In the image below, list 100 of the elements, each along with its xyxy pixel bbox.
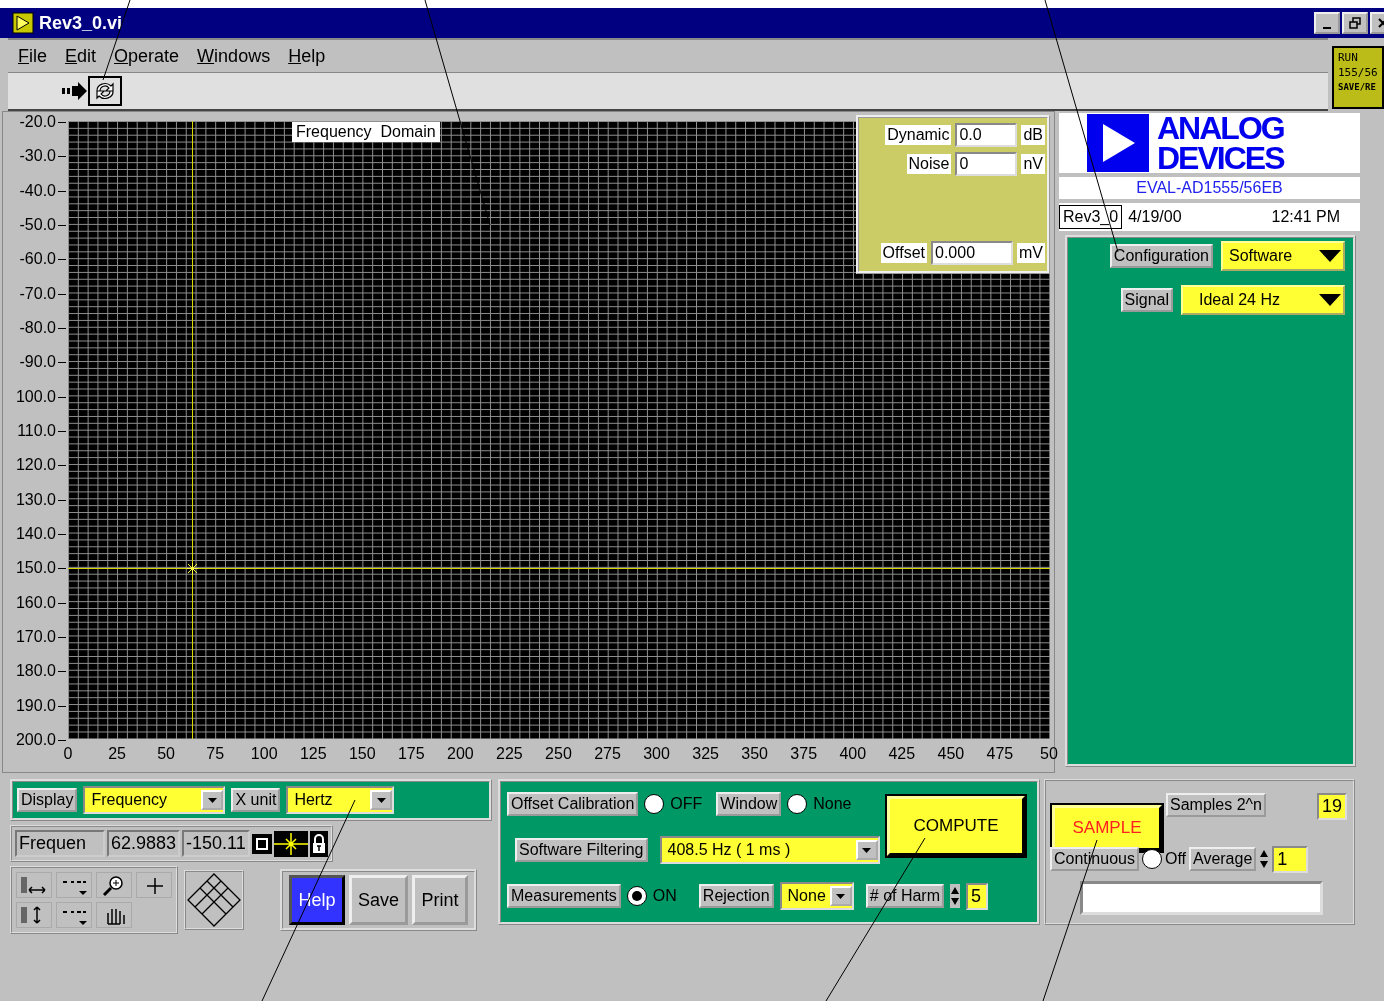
input-field[interactable]: 0.0 [955,123,1018,147]
cursor-marker-icon [186,562,198,574]
logo-text: ANALOG [1157,113,1284,143]
axis-tick-label: 425 [887,745,917,763]
radio-button[interactable] [1141,849,1162,869]
axis-tick-label: -30.0 [3,146,68,167]
axis-tick-label: 50 [156,745,176,763]
compute-button[interactable]: COMPUTE [887,796,1025,856]
plus-button[interactable] [136,872,172,898]
axis-tick-label: 200 [446,745,475,763]
dropdown[interactable]: Software [1221,241,1345,271]
caret-icon [1319,250,1341,262]
x-scale-icon [19,874,49,896]
radio-button[interactable] [644,794,665,814]
icon-text: SAVE/RE [1338,81,1377,94]
field-label: Samples 2^n [1166,793,1266,817]
axis-tick-label: 25 [107,745,127,763]
minimize-icon [1323,27,1331,29]
axis-tick-label: 170.0 [3,626,68,647]
zoom-button[interactable] [96,872,132,898]
cursor-name-field[interactable]: Frequen [15,830,105,857]
menu-item[interactable]: File [18,45,47,67]
restore-button[interactable] [1342,12,1368,34]
dropdown[interactable]: Hertz [286,786,395,814]
hand-button[interactable] [96,902,132,928]
version-text: Rev3_0 [1059,205,1123,229]
switch-state-text: OFF [670,795,703,813]
axis-tick-label: 120.0 [3,455,68,476]
axis-tick-label: 140.0 [3,523,68,544]
pan-button[interactable] [184,870,244,930]
numeric-field[interactable]: 1 [1272,845,1309,873]
field-label: X unit [231,788,281,812]
menu-item[interactable]: Windows [197,45,271,67]
action-button[interactable]: Print [412,875,469,925]
axis-tick-label: 300 [642,745,671,763]
dropdown[interactable]: Ideal 24 Hz [1181,285,1345,315]
dropdown[interactable]: 408.5 Hz ( 1 ms ) [659,836,880,864]
run-arrow-icon[interactable] [60,80,88,102]
field-label: Measurements [507,884,621,908]
restore-icon [1349,17,1361,29]
axis-tick-label: 100 [249,745,279,763]
numeric-field[interactable]: 19 [1316,793,1347,820]
field-label: Signal [1120,288,1173,312]
icon-text: 155/56 [1338,65,1379,80]
minimize-button[interactable] [1314,12,1340,34]
dropdown[interactable]: Frequency [83,786,226,814]
input-field[interactable]: 0 [955,152,1018,176]
cursor-x-field[interactable]: 62.9883 [107,830,181,857]
axis-tick-label: -70.0 [3,283,68,304]
radio-button[interactable] [626,886,647,906]
unit-label: mV [1017,243,1045,263]
axis-tick-label: -60.0 [3,249,68,270]
menu-item[interactable]: Edit [65,45,97,67]
x-format-button[interactable] [56,872,92,898]
unit-label: nV [1021,154,1045,174]
radio-button[interactable] [787,794,808,814]
caret-icon [1319,294,1341,306]
action-button[interactable]: Save [349,875,409,925]
caret-icon [862,847,871,853]
caret-icon [207,797,217,803]
field-label: Offset [880,243,927,263]
y-format-button[interactable] [56,902,92,928]
diamond-icon [186,872,242,928]
continuous-run-button[interactable] [88,76,122,106]
unit-label: dB [1021,125,1045,145]
dropdown[interactable]: None [779,882,854,910]
axis-tick-label: 110.0 [3,420,68,441]
axis-tick-label: 350 [740,745,769,763]
axis-tick-label: 130.0 [3,489,68,510]
menu-item[interactable]: Operate [114,45,180,67]
axis-tick-label: 0 [62,745,74,763]
sample-button[interactable]: SAMPLE [1052,805,1162,851]
axis-tick-label: 180.0 [3,661,68,682]
axis-tick-label: 275 [593,745,622,763]
spinner-arrows-icon [950,884,961,908]
window-title: Rev3_0.vi [39,12,124,34]
axis-tick-label: 75 [205,745,226,763]
axis-tick-label: 190.0 [3,695,68,716]
field-label: Average [1189,847,1257,871]
field-label: Window [716,792,782,816]
axis-tick-label: 100.0 [3,386,68,407]
axis-tick-label: 450 [936,745,966,763]
cursor-y-field[interactable]: -150.11 [182,830,250,857]
graph-title: Frequency Domain [292,122,440,142]
menu-item[interactable]: Help [288,45,326,67]
board-name: EVAL-AD1555/56EB [1059,177,1360,199]
field-label: Software Filtering [515,838,648,862]
x-scale-button[interactable] [16,872,52,898]
input-field[interactable]: 0.000 [931,241,1013,265]
switch-state-text: Off [1164,850,1186,868]
app-icon [12,12,34,34]
lock-icon [309,830,328,857]
field-label: Dynamic [885,125,952,145]
axis-tick-label: 125 [298,745,328,763]
field-label: Display [17,788,78,812]
axis-tick-label: 400 [838,745,868,763]
numeric-field[interactable]: 5 [966,882,989,910]
field-label: Offset Calibration [507,792,639,816]
time-text: 12:41 PM [1271,208,1340,226]
y-scale-button[interactable] [16,902,52,928]
